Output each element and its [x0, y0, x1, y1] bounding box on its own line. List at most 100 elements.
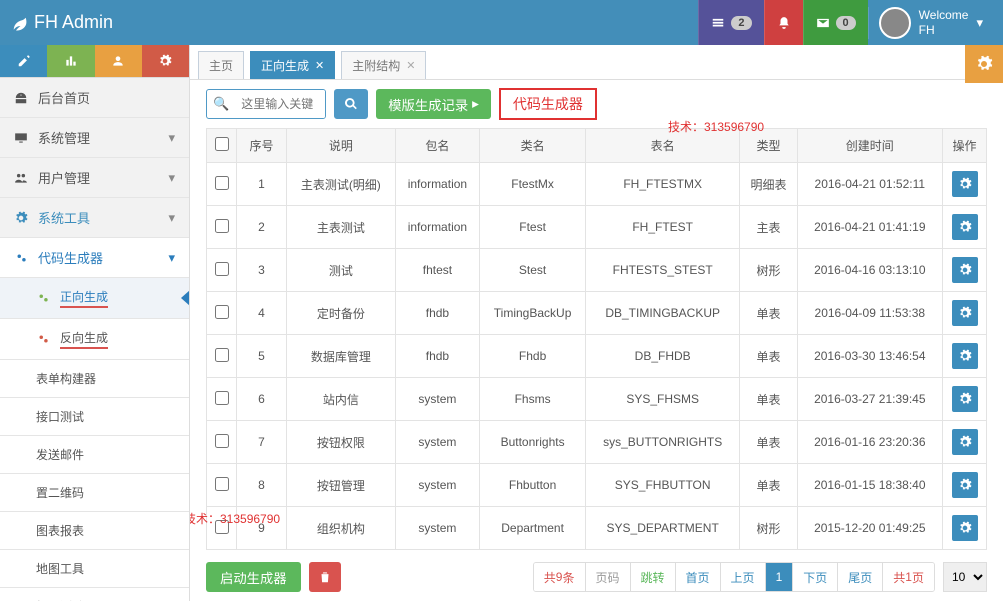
sidebar-sub-forward[interactable]: 正向生成 — [0, 278, 189, 319]
sidebar-label: 系统工具 — [38, 208, 90, 227]
nav-user[interactable]: Welcome FH ▾ — [868, 7, 993, 39]
cell-timestamp: 2016-03-27 21:39:45 — [797, 378, 942, 421]
template-history-button[interactable]: 模版生成记录 ▸ — [376, 89, 491, 119]
shortcut-users[interactable] — [95, 45, 142, 77]
sidebar-sub-reverse[interactable]: 反向生成 — [0, 319, 189, 360]
gear-icon — [958, 306, 972, 320]
sidebar-sub-mail[interactable]: 发送邮件 — [0, 436, 189, 474]
cell-table: SYS_DEPARTMENT — [586, 507, 740, 550]
row-checkbox[interactable] — [215, 520, 229, 534]
tab-forward[interactable]: 正向生成✕ — [250, 51, 335, 79]
row-checkbox[interactable] — [215, 262, 229, 276]
sidebar-item-dashboard[interactable]: 后台首页 — [0, 78, 189, 118]
cell-timestamp: 2016-01-15 18:38:40 — [797, 464, 942, 507]
cell-timestamp: 2016-04-21 01:41:19 — [797, 206, 942, 249]
sidebar-label: 反向生成 — [60, 329, 108, 349]
cell-table: FH_FTESTMX — [586, 163, 740, 206]
sidebar-label: 代码生成器 — [38, 248, 103, 267]
cell-package: fhdb — [395, 335, 480, 378]
row-action-button[interactable] — [952, 171, 978, 197]
chart-icon — [64, 54, 78, 68]
sidebar-label: 正向生成 — [60, 288, 108, 308]
tab-home[interactable]: 主页 — [198, 51, 244, 79]
first-page[interactable]: 首页 — [676, 563, 721, 591]
cell-table: sys_BUTTONRIGHTS — [586, 421, 740, 464]
sidebar-sub-print[interactable]: 打印测试 — [0, 588, 189, 601]
row-checkbox[interactable] — [215, 434, 229, 448]
row-action-button[interactable] — [952, 300, 978, 326]
sidebar-item-codegen[interactable]: 代码生成器 ▾ — [0, 238, 189, 278]
row-checkbox[interactable] — [215, 391, 229, 405]
row-action-button[interactable] — [952, 386, 978, 412]
search-input[interactable] — [235, 90, 325, 118]
col-package: 包名 — [395, 129, 480, 163]
cell-class: Department — [480, 507, 586, 550]
search-button[interactable] — [334, 89, 368, 119]
sidebar-item-tools[interactable]: 系统工具 ▾ — [0, 198, 189, 238]
row-action-button[interactable] — [952, 429, 978, 455]
row-action-button[interactable] — [952, 257, 978, 283]
shortcut-settings[interactable] — [142, 45, 189, 77]
row-checkbox[interactable] — [215, 219, 229, 233]
cell-class: Fhdb — [480, 335, 586, 378]
cell-index: 6 — [237, 378, 287, 421]
page-size-select[interactable]: 10 — [943, 562, 987, 592]
table-footer: 启动生成器 共9条 页码 跳转 首页 上页 1 下页 尾页 共1页 10 — [206, 562, 987, 592]
cell-package: information — [395, 163, 480, 206]
current-page[interactable]: 1 — [766, 563, 794, 591]
cell-table: SYS_FHBUTTON — [586, 464, 740, 507]
cell-type: 单表 — [740, 335, 797, 378]
sidebar-item-users[interactable]: 用户管理 ▾ — [0, 158, 189, 198]
cell-index: 3 — [237, 249, 287, 292]
shortcut-edit[interactable] — [0, 45, 47, 77]
main: 主页 正向生成✕ 主附结构✕ 技术：313596790 🔍 模版生成记录 ▸ 代… — [190, 45, 1003, 601]
cell-timestamp: 2015-12-20 01:49:25 — [797, 507, 942, 550]
nav-mail[interactable]: 0 — [803, 0, 868, 45]
page-label: 页码 — [586, 563, 631, 591]
sidebar-sub-map[interactable]: 地图工具 — [0, 550, 189, 588]
last-page[interactable]: 尾页 — [838, 563, 883, 591]
sidebar: 后台首页 系统管理 ▾ 用户管理 ▾ 系统工具 ▾ 代码生成器 ▾ 正向生成 — [0, 45, 190, 601]
cell-desc: 按钮权限 — [287, 421, 396, 464]
close-icon[interactable]: ✕ — [406, 59, 415, 72]
shortcut-stats[interactable] — [47, 45, 94, 77]
sidebar-sub-form[interactable]: 表单构建器 — [0, 360, 189, 398]
close-icon[interactable]: ✕ — [315, 59, 324, 72]
jump-button[interactable]: 跳转 — [631, 563, 676, 591]
col-created: 创建时间 — [797, 129, 942, 163]
select-all-checkbox[interactable] — [215, 137, 229, 151]
cell-type: 明细表 — [740, 163, 797, 206]
nav-alerts[interactable] — [764, 0, 803, 45]
cell-desc: 主表测试 — [287, 206, 396, 249]
tabs-bar: 主页 正向生成✕ 主附结构✕ — [190, 45, 1003, 80]
table-row: 6站内信systemFhsmsSYS_FHSMS单表2016-03-27 21:… — [207, 378, 987, 421]
row-checkbox[interactable] — [215, 305, 229, 319]
nav-tasks[interactable]: 2 — [698, 0, 763, 45]
start-generator-button[interactable]: 启动生成器 — [206, 562, 301, 592]
row-action-button[interactable] — [952, 214, 978, 240]
next-page[interactable]: 下页 — [793, 563, 838, 591]
cell-type: 单表 — [740, 421, 797, 464]
cell-desc: 测试 — [287, 249, 396, 292]
gear-icon — [958, 521, 972, 535]
row-action-button[interactable] — [952, 472, 978, 498]
row-checkbox[interactable] — [215, 477, 229, 491]
row-action-button[interactable] — [952, 515, 978, 541]
delete-button[interactable] — [309, 562, 341, 592]
cell-package: system — [395, 378, 480, 421]
row-checkbox[interactable] — [215, 348, 229, 362]
row-checkbox[interactable] — [215, 176, 229, 190]
group-icon — [14, 171, 28, 185]
row-action-button[interactable] — [952, 343, 978, 369]
sidebar-sub-report[interactable]: 图表报表 — [0, 512, 189, 550]
prev-page[interactable]: 上页 — [721, 563, 766, 591]
sidebar-sub-qr[interactable]: 置二维码 — [0, 474, 189, 512]
chevron-down-icon: ▾ — [168, 130, 175, 146]
sidebar-sub-api[interactable]: 接口测试 — [0, 398, 189, 436]
settings-gear[interactable] — [965, 45, 1003, 83]
sidebar-item-system[interactable]: 系统管理 ▾ — [0, 118, 189, 158]
gear-icon — [14, 211, 28, 225]
tab-master-detail[interactable]: 主附结构✕ — [341, 51, 426, 79]
cell-desc: 数据库管理 — [287, 335, 396, 378]
gear-icon — [958, 435, 972, 449]
